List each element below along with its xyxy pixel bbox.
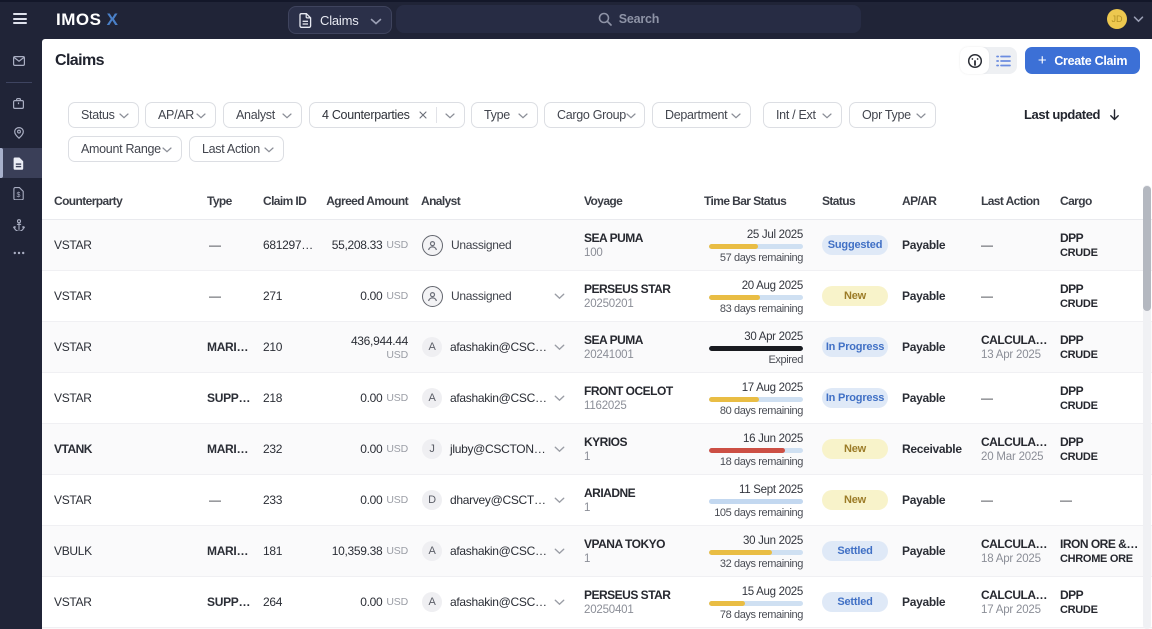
svg-text:$: $	[17, 191, 21, 198]
